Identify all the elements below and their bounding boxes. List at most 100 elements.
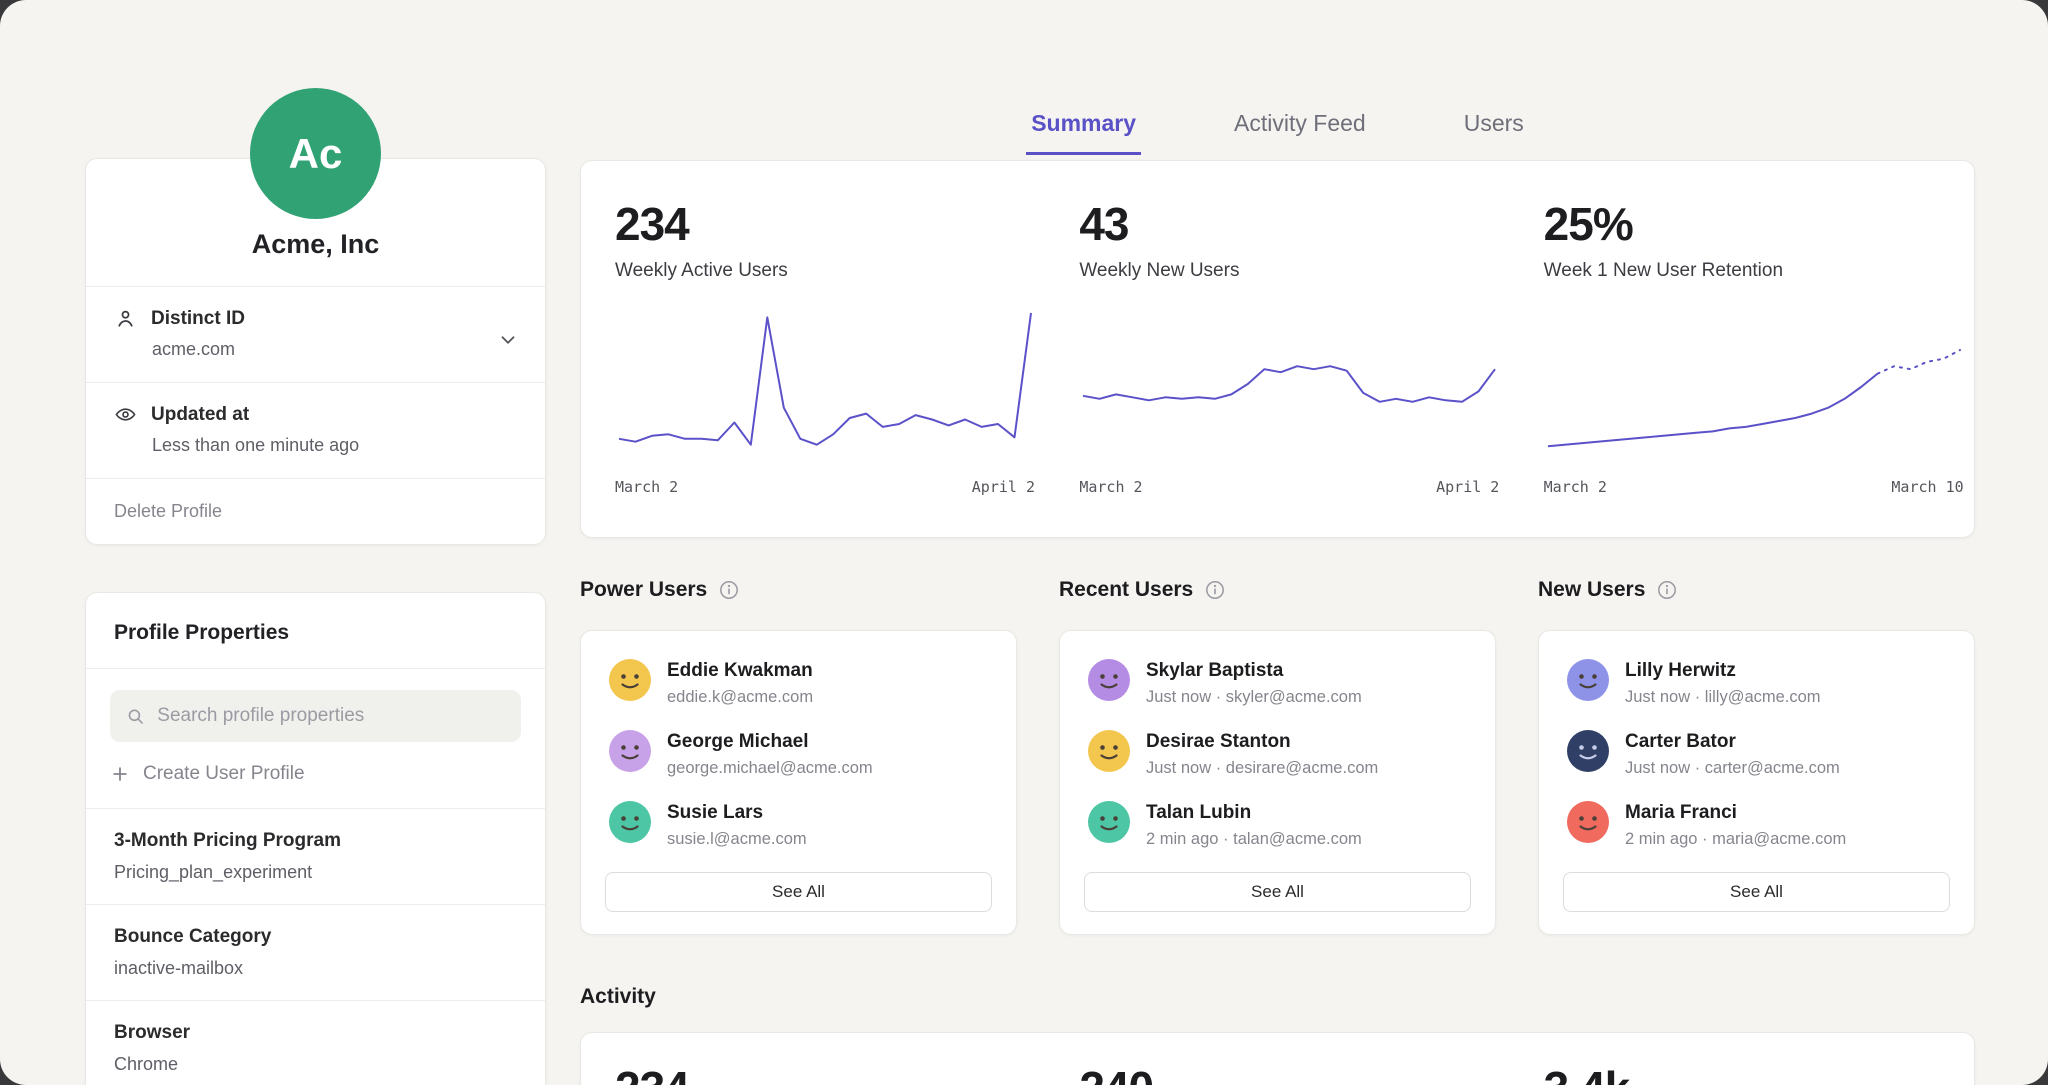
list-item[interactable]: Maria Franci 2 min ago · maria@acme.com — [1567, 801, 1946, 849]
list-item[interactable]: Carter Bator Just now · carter@acme.com — [1567, 730, 1946, 778]
user-subtitle: susie.l@acme.com — [667, 830, 807, 849]
axis-end-label: April 2 — [972, 478, 1035, 496]
summary-stats-card: 234 Weekly Active Users March 2 April 2 … — [580, 160, 1975, 538]
axis-start-label: March 2 — [615, 478, 678, 496]
list-item[interactable]: Desirae Stanton Just now · desirare@acme… — [1088, 730, 1467, 778]
list-item[interactable]: Talan Lubin 2 min ago · talan@acme.com — [1088, 801, 1467, 849]
user-name: George Michael — [667, 731, 873, 753]
company-avatar-initials: Ac — [289, 130, 343, 178]
sparkline-chart — [615, 298, 1035, 466]
x-axis-labels: March 2 April 2 — [615, 478, 1035, 496]
updated-at-label: Updated at — [151, 404, 249, 426]
create-user-profile-label: Create User Profile — [143, 763, 305, 785]
person-icon — [114, 307, 137, 330]
axis-start-label: March 2 — [1079, 478, 1142, 496]
axis-end-label: April 2 — [1436, 478, 1499, 496]
list-item[interactable]: Lilly Herwitz Just now · lilly@acme.com — [1567, 659, 1946, 707]
user-avatar — [609, 730, 651, 772]
list-item[interactable]: Skylar Baptista Just now · skyler@acme.c… — [1088, 659, 1467, 707]
user-subtitle: george.michael@acme.com — [667, 759, 873, 778]
user-subtitle: Just now · skyler@acme.com — [1146, 688, 1362, 707]
user-name: Susie Lars — [667, 802, 807, 824]
user-name: Skylar Baptista — [1146, 660, 1362, 682]
activity-stat-value: 234 — [615, 1061, 1045, 1085]
tab-activity-feed[interactable]: Activity Feed — [1229, 110, 1371, 155]
profile-properties-title: Profile Properties — [86, 593, 545, 669]
list-title: New Users — [1538, 578, 1645, 602]
activity-section-title: Activity — [580, 985, 656, 1009]
info-icon[interactable] — [1205, 580, 1225, 600]
distinct-id-label: Distinct ID — [151, 308, 245, 330]
property-value: Pricing_plan_experiment — [114, 862, 517, 883]
property-label: 3-Month Pricing Program — [114, 830, 517, 852]
list-item[interactable]: George Michael george.michael@acme.com — [609, 730, 988, 778]
user-subtitle: Just now · desirare@acme.com — [1146, 759, 1378, 778]
delete-profile-button[interactable]: Delete Profile — [86, 479, 545, 544]
sparkline-chart — [1079, 298, 1499, 466]
list-item[interactable]: Eddie Kwakman eddie.k@acme.com — [609, 659, 988, 707]
stat-label: Weekly New Users — [1079, 260, 1509, 282]
user-name: Eddie Kwakman — [667, 660, 813, 682]
line-chart — [1544, 298, 1964, 466]
axis-end-label: March 10 — [1891, 478, 1963, 496]
list-item[interactable]: Susie Lars susie.l@acme.com — [609, 801, 988, 849]
power-users-card: Eddie Kwakman eddie.k@acme.com George Mi… — [580, 630, 1017, 935]
property-label: Browser — [114, 1022, 517, 1044]
see-all-button[interactable]: See All — [605, 872, 992, 912]
user-subtitle: Just now · carter@acme.com — [1625, 759, 1840, 778]
user-lists-row: Power Users Eddie Kwakman — [580, 578, 1975, 935]
sparkline-chart — [1544, 298, 1964, 466]
user-avatar — [1567, 801, 1609, 843]
create-user-profile-button[interactable]: Create User Profile — [110, 763, 521, 785]
search-icon — [126, 706, 145, 727]
tab-summary[interactable]: Summary — [1026, 110, 1141, 155]
property-label: Bounce Category — [114, 926, 517, 948]
user-avatar — [609, 801, 651, 843]
recent-users-section: Recent Users Skylar Baptista — [1059, 578, 1496, 935]
x-axis-labels: March 2 April 2 — [1079, 478, 1499, 496]
distinct-id-row: Distinct ID acme.com — [86, 287, 545, 383]
recent-users-card: Skylar Baptista Just now · skyler@acme.c… — [1059, 630, 1496, 935]
user-subtitle: 2 min ago · maria@acme.com — [1625, 830, 1846, 849]
activity-stat-value: 3.4k — [1544, 1061, 1974, 1085]
stat-week1-retention: 25% Week 1 New User Retention March 2 Ma… — [1510, 161, 1974, 537]
axis-start-label: March 2 — [1544, 478, 1607, 496]
plus-icon — [110, 764, 130, 784]
stat-value: 43 — [1079, 197, 1509, 251]
tab-users[interactable]: Users — [1459, 110, 1529, 155]
user-avatar — [1567, 730, 1609, 772]
property-value: inactive-mailbox — [114, 958, 517, 979]
stat-weekly-new-users: 43 Weekly New Users March 2 April 2 — [1045, 161, 1509, 537]
power-users-section: Power Users Eddie Kwakman — [580, 578, 1017, 935]
user-name: Carter Bator — [1625, 731, 1840, 753]
user-name: Desirae Stanton — [1146, 731, 1378, 753]
profile-properties-search[interactable] — [110, 690, 521, 742]
property-value: Chrome — [114, 1054, 517, 1075]
see-all-button[interactable]: See All — [1563, 872, 1950, 912]
activity-stat: 234 — [581, 1033, 1045, 1085]
see-all-button[interactable]: See All — [1084, 872, 1471, 912]
chevron-down-icon[interactable] — [497, 329, 519, 351]
stat-label: Week 1 New User Retention — [1544, 260, 1974, 282]
new-users-card: Lilly Herwitz Just now · lilly@acme.com … — [1538, 630, 1975, 935]
user-avatar — [609, 659, 651, 701]
new-users-section: New Users Lilly Herwitz — [1538, 578, 1975, 935]
info-icon[interactable] — [719, 580, 739, 600]
updated-at-row: Updated at Less than one minute ago — [86, 383, 545, 479]
profile-dashboard-page: Ac Acme, Inc Distinct ID acme.com — [0, 0, 2048, 1085]
distinct-id-value: acme.com — [152, 339, 517, 360]
info-icon[interactable] — [1657, 580, 1677, 600]
list-title: Recent Users — [1059, 578, 1193, 602]
property-row: Browser Chrome — [86, 1000, 545, 1085]
profile-properties-card: Profile Properties Create User Profile 3… — [85, 592, 546, 1085]
user-name: Talan Lubin — [1146, 802, 1362, 824]
search-input[interactable] — [157, 705, 505, 727]
user-avatar — [1567, 659, 1609, 701]
property-row: 3-Month Pricing Program Pricing_plan_exp… — [86, 808, 545, 904]
user-avatar — [1088, 801, 1130, 843]
stat-label: Weekly Active Users — [615, 260, 1045, 282]
user-subtitle: Just now · lilly@acme.com — [1625, 688, 1821, 707]
stat-weekly-active-users: 234 Weekly Active Users March 2 April 2 — [581, 161, 1045, 537]
eye-icon — [114, 403, 137, 426]
line-chart — [1079, 298, 1499, 466]
